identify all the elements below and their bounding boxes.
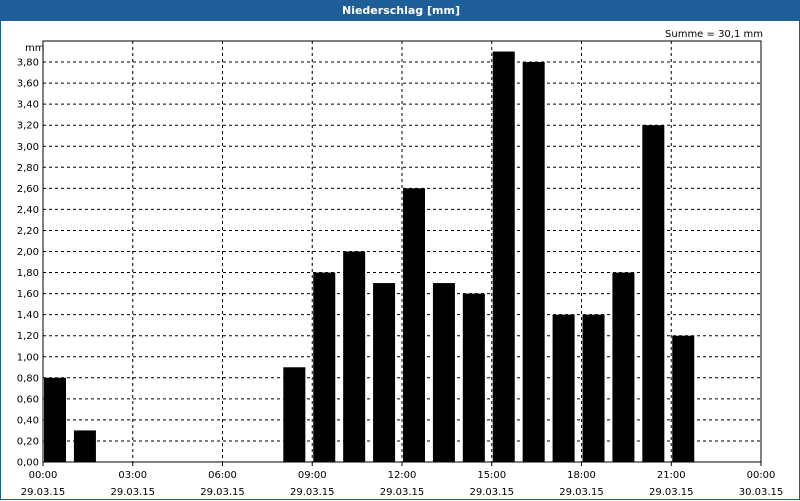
y-tick-label: 3,60 [17,79,39,90]
bar-1600 [522,62,545,463]
x-tick-time: 12:00 [388,470,417,481]
y-tick-label: 1,80 [17,268,39,279]
x-tick-time: 15:00 [477,470,506,481]
chart-plot: 0,00 0,20 0,40 0,60 0,80 1,00 1,20 1,40 1,60 1,80… [17,29,784,498]
bar-0900 [313,272,336,462]
y-tick-label: 3,00 [17,142,39,153]
bar-1000 [343,251,366,462]
y-tick-label: 3,40 [17,100,39,111]
x-tick-time: 00:00 [29,470,58,481]
y-tick-label: 2,60 [17,184,39,195]
x-tick-time: 21:00 [657,470,686,481]
y-tick-label: 3,80 [17,58,39,69]
y-tick-label: 1,60 [17,289,39,300]
bar-2100 [672,335,695,462]
bar-1100 [373,283,396,462]
y-tick-label: 0,20 [17,436,39,447]
labels-layer: 0,00 0,20 0,40 0,60 0,80 1,00 1,20 1,40 1,60 1,80… [17,58,784,498]
x-tick-date: 29.03.15 [469,487,514,498]
x-tick-date: 29.03.15 [649,487,694,498]
bar-1700 [552,314,575,462]
sum-annotation: Summe = 30,1 mm [665,29,763,40]
x-tick-date: 29.03.15 [559,487,604,498]
y-tick-label: 0,80 [17,373,39,384]
y-tick-label: 1,40 [17,310,39,321]
bar-1400 [462,293,485,462]
bar-1500 [492,51,515,463]
y-tick-label: 2,00 [17,247,39,258]
x-tick-date: 29.03.15 [21,487,66,498]
x-tick-date: 29.03.15 [290,487,335,498]
x-tick-date: 29.03.15 [200,487,245,498]
x-tick-time: 18:00 [567,470,596,481]
x-tick-date: 29.03.15 [380,487,425,498]
bars-layer [44,51,695,463]
x-tick-date: 29.03.15 [110,487,155,498]
y-tick-label: 2,80 [17,163,39,174]
y-tick-label: 0,40 [17,415,39,426]
chart-window: Niederschlag [mm] 0,00 0,20 0,40 0,60 0,80 1,… [0,0,800,500]
bar-1200 [403,188,425,462]
bar-1300 [432,283,455,462]
y-tick-label: 2,40 [17,205,39,216]
x-tick-time: 09:00 [298,470,327,481]
y-tick-label: 2,20 [17,226,39,237]
y-tick-label: 0,60 [17,394,39,405]
y-tick-label: 3,20 [17,121,39,132]
y-tick-label: 0,00 [17,458,39,469]
bar-2000 [642,125,665,462]
x-tick-date: 30.03.15 [739,487,784,498]
bar-0000 [44,377,66,462]
y-tick-label: 1,20 [17,331,39,342]
bar-0800 [283,367,306,462]
bar-0100 [73,430,96,462]
bar-1900 [612,272,635,462]
y-tick-label: 1,00 [17,352,39,363]
x-tick-time: 03:00 [118,470,147,481]
y-axis-label: mm [25,43,44,54]
x-tick-time: 06:00 [208,470,237,481]
x-tick-time: 00:00 [747,470,776,481]
bar-1800 [582,314,605,462]
